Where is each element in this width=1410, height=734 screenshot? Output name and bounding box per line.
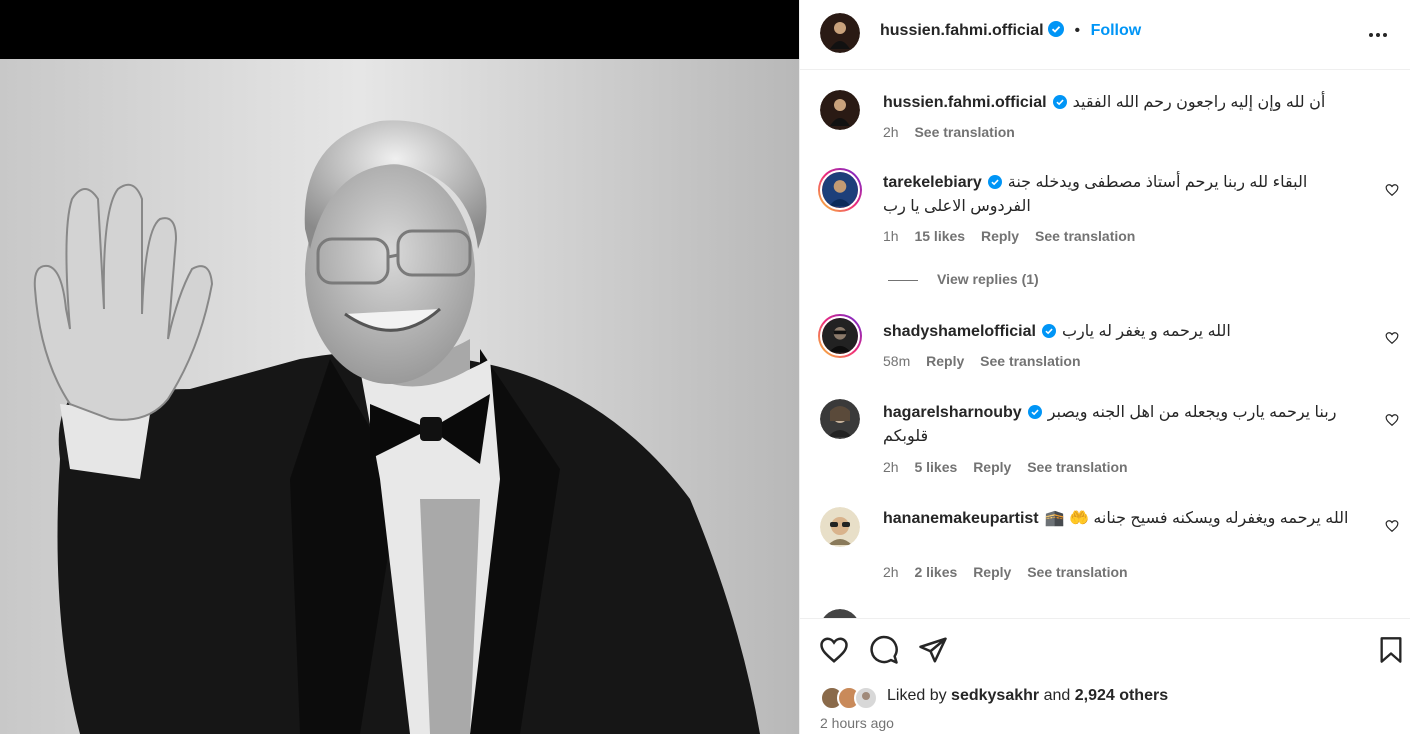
post-panel: hussien.fahmi.official • Follow hussien.… bbox=[799, 0, 1410, 734]
post-photo bbox=[0, 59, 799, 734]
see-translation-link[interactable]: See translation bbox=[1027, 564, 1127, 580]
caption-text: hussien.fahmi.official أن لله وإن إليه را… bbox=[883, 91, 1343, 115]
like-comment-heart-icon[interactable] bbox=[1385, 519, 1399, 533]
comment-avatar[interactable] bbox=[820, 507, 860, 547]
comment-meta: 58m Reply See translation bbox=[883, 353, 1093, 369]
replies-divider-line bbox=[888, 280, 918, 281]
post-media[interactable] bbox=[0, 0, 799, 734]
post-actions: Liked by sedkysakhr and 2,924 others 2 h… bbox=[800, 618, 1410, 734]
liked-by-prefix: Liked by bbox=[887, 687, 947, 704]
comment-username[interactable]: shadyshamelofficial bbox=[883, 323, 1036, 340]
comment-bubble-icon[interactable] bbox=[869, 635, 899, 670]
comment-username[interactable]: hagarelsharnouby bbox=[883, 404, 1022, 421]
like-comment-heart-icon[interactable] bbox=[1385, 183, 1399, 197]
share-paper-plane-icon[interactable] bbox=[918, 635, 948, 670]
comment-likes[interactable]: 2 likes bbox=[914, 564, 957, 580]
comment-meta: 1h 15 likes Reply See translation bbox=[883, 228, 1147, 244]
follow-button[interactable]: Follow bbox=[1091, 22, 1142, 39]
like-comment-heart-icon[interactable] bbox=[1385, 331, 1399, 345]
comment-meta: 2h 2 likes Reply See translation bbox=[883, 564, 1140, 580]
caption-username[interactable]: hussien.fahmi.official bbox=[883, 94, 1047, 111]
author-avatar[interactable] bbox=[820, 13, 860, 53]
more-options-icon[interactable] bbox=[1367, 24, 1389, 51]
comment-meta: 2h 5 likes Reply See translation bbox=[883, 459, 1140, 475]
caption-body: أن لله وإن إليه راجعون رحم الله الفقيد bbox=[1072, 94, 1326, 111]
comment-avatar-story-ring[interactable] bbox=[818, 168, 862, 212]
comments-list[interactable]: hussien.fahmi.official أن لله وإن إليه را… bbox=[800, 71, 1410, 618]
man-waving-illustration bbox=[0, 59, 799, 734]
liked-by-avatars[interactable] bbox=[820, 685, 884, 711]
see-translation-link[interactable]: See translation bbox=[1035, 228, 1135, 244]
comment-time[interactable]: 2h bbox=[883, 564, 899, 580]
liked-by-and: and bbox=[1043, 687, 1071, 704]
author-username[interactable]: hussien.fahmi.official bbox=[880, 22, 1044, 39]
header-user-line: hussien.fahmi.official • Follow bbox=[880, 21, 1141, 40]
view-replies-button[interactable]: View replies (1) bbox=[937, 271, 1039, 287]
like-comment-heart-icon[interactable] bbox=[1385, 413, 1399, 427]
comment-time[interactable]: 58m bbox=[883, 353, 910, 369]
comment-username[interactable]: tarekelebiary bbox=[883, 174, 982, 191]
comment-time[interactable]: 2h bbox=[883, 459, 899, 475]
post-timestamp[interactable]: 2 hours ago bbox=[820, 715, 894, 731]
comment-body: الله يرحمه ويغفرله ويسكنه فسيح جنانه 🤲 🕋 bbox=[1044, 510, 1349, 527]
comment-text: tarekelebiary البقاء لله ربنا يرحم أستاذ … bbox=[883, 171, 1353, 219]
see-translation-link[interactable]: See translation bbox=[914, 124, 1014, 140]
save-bookmark-icon[interactable] bbox=[1377, 635, 1405, 670]
comment-avatar[interactable] bbox=[820, 399, 860, 439]
reply-button[interactable]: Reply bbox=[973, 564, 1011, 580]
verified-badge-icon bbox=[1027, 405, 1042, 419]
reply-button[interactable]: Reply bbox=[981, 228, 1019, 244]
comment-username[interactable]: hananemakeupartist bbox=[883, 510, 1039, 527]
liked-by-user[interactable]: sedkysakhr bbox=[951, 687, 1039, 704]
verified-badge-icon bbox=[1041, 324, 1056, 338]
caption-time[interactable]: 2h bbox=[883, 124, 899, 140]
comment-likes[interactable]: 15 likes bbox=[914, 228, 965, 244]
caption-avatar[interactable] bbox=[820, 90, 860, 130]
reply-button[interactable]: Reply bbox=[926, 353, 964, 369]
post-header: hussien.fahmi.official • Follow bbox=[800, 0, 1410, 70]
comment-likes[interactable]: 5 likes bbox=[914, 459, 957, 475]
comment-time[interactable]: 1h bbox=[883, 228, 899, 244]
liked-by-text: Liked by sedkysakhr and 2,924 others bbox=[887, 687, 1168, 705]
comment-text: hagarelsharnouby ربنا يرحمه يارب ويجعله م… bbox=[883, 401, 1353, 449]
comment-body: الله يرحمه و يغفر له يارب bbox=[1061, 323, 1231, 340]
liked-by-others[interactable]: 2,924 others bbox=[1075, 687, 1168, 704]
comment-avatar[interactable] bbox=[820, 609, 860, 618]
dot-separator: • bbox=[1074, 22, 1081, 39]
comment-text: shadyshamelofficial الله يرحمه و يغفر له … bbox=[883, 320, 1353, 344]
comment-avatar-story-ring[interactable] bbox=[818, 314, 862, 358]
like-heart-icon[interactable] bbox=[819, 635, 849, 670]
see-translation-link[interactable]: See translation bbox=[1027, 459, 1127, 475]
comment-text: hananemakeupartist الله يرحمه ويغفرله ويس… bbox=[883, 507, 1353, 531]
caption-meta: 2h See translation bbox=[883, 124, 1027, 140]
see-translation-link[interactable]: See translation bbox=[980, 353, 1080, 369]
verified-badge-icon bbox=[1052, 95, 1067, 109]
reply-button[interactable]: Reply bbox=[973, 459, 1011, 475]
verified-badge-icon bbox=[1048, 21, 1065, 37]
verified-badge-icon bbox=[987, 175, 1002, 189]
